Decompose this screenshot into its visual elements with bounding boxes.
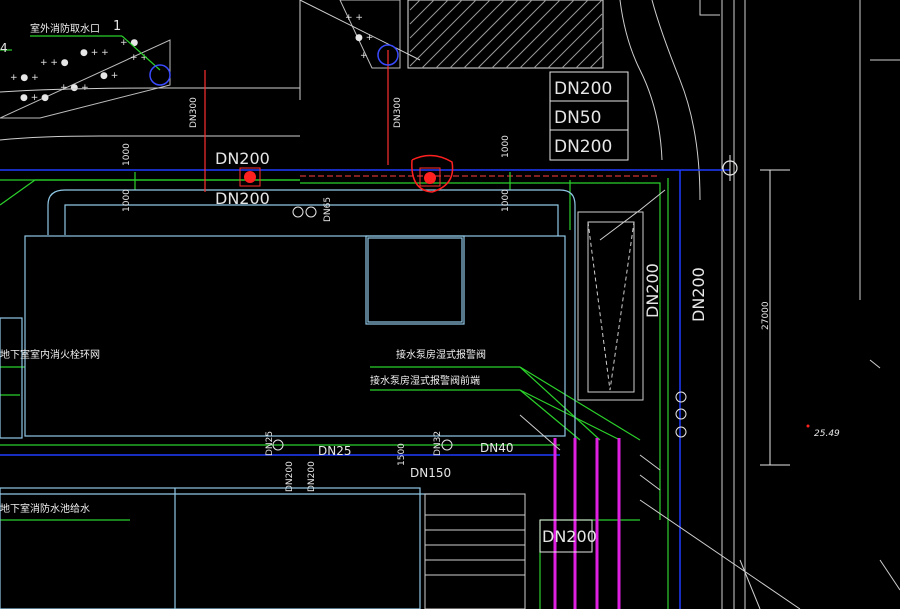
table-dn200-1: DN200 bbox=[554, 79, 612, 99]
label-dn65: DN65 bbox=[323, 197, 333, 222]
label-num-1: 1 bbox=[113, 19, 121, 34]
svg-text:+ +: + + bbox=[345, 13, 363, 23]
label-indoor-ring: 地下室室内消火栓环网 bbox=[0, 348, 100, 361]
label-dn200-top: DN200 bbox=[215, 149, 270, 168]
svg-text:● +: ● + bbox=[355, 33, 373, 43]
red-point-icon[interactable] bbox=[424, 172, 436, 184]
svg-text:● + ●: ● + ● bbox=[20, 93, 49, 103]
svg-text:+ ● +: + ● + bbox=[10, 73, 39, 83]
svg-text:+ +: + + bbox=[130, 53, 148, 63]
svg-text:+ ● +: + ● + bbox=[60, 83, 89, 93]
label-dn300-left: DN300 bbox=[189, 97, 199, 128]
label-pool-supply: 地下室消防水池给水 bbox=[0, 502, 90, 515]
dim-1000-b: 1000 bbox=[122, 189, 132, 212]
label-dn200-low-a: DN200 bbox=[285, 461, 295, 492]
dim-27000: 27000 bbox=[761, 301, 771, 330]
label-num-4: 4 bbox=[0, 41, 8, 55]
label-dn25-b: DN25 bbox=[318, 444, 352, 458]
label-alarm-valve: 接水泵房湿式报警阀 bbox=[396, 348, 486, 361]
landscape-dots: + ● ++ + ● ● + ++ ● ● + ●+ ● + ● ++ + + … bbox=[0, 0, 401, 119]
label-dn32: DN32 bbox=[433, 431, 443, 456]
label-dn200-under: DN200 bbox=[215, 189, 270, 208]
label-outdoor-hydrant: 室外消防取水口 bbox=[30, 22, 100, 35]
label-dn300-right: DN300 bbox=[393, 97, 403, 128]
dim-1000-a: 1000 bbox=[122, 143, 132, 166]
label-dn150: DN150 bbox=[410, 466, 451, 480]
svg-text:● + +: ● + + bbox=[80, 48, 109, 58]
diagonal-lines bbox=[519, 414, 900, 609]
building-outline bbox=[0, 189, 576, 609]
label-dn200-low-b: DN200 bbox=[307, 461, 317, 492]
elevation-point bbox=[806, 424, 810, 428]
red-point-icon[interactable] bbox=[244, 171, 256, 183]
dim-1000-c: 1000 bbox=[501, 135, 511, 158]
magenta-pipes[interactable] bbox=[553, 438, 621, 609]
svg-text:+ + ●: + + ● bbox=[40, 58, 69, 68]
label-dn40: DN40 bbox=[480, 441, 514, 455]
table-dn200-2: DN200 bbox=[554, 137, 612, 157]
valve-icon[interactable] bbox=[272, 206, 687, 451]
label-dn200-box-bottom: DN200 bbox=[542, 527, 597, 546]
cad-drawing-canvas[interactable]: + ● ++ + ● ● + ++ ● ● + ●+ ● + ● ++ + + … bbox=[0, 0, 900, 609]
dim-1500: 1500 bbox=[397, 443, 407, 466]
label-dn200-vert-a: DN200 bbox=[643, 263, 662, 318]
label-alarm-valve-front: 接水泵房湿式报警阀前端 bbox=[370, 374, 480, 387]
label-dn25-a: DN25 bbox=[265, 431, 275, 456]
label-dn200-vert-b: DN200 bbox=[689, 267, 708, 322]
hydrant-icon[interactable] bbox=[149, 64, 171, 86]
svg-text:● +: ● + bbox=[100, 71, 118, 81]
stairs bbox=[424, 493, 526, 609]
label-elevation: 25.49 bbox=[814, 429, 840, 439]
svg-text:+: + bbox=[360, 51, 368, 61]
dim-1000-d: 1000 bbox=[501, 189, 511, 212]
table-dn50: DN50 bbox=[554, 108, 601, 128]
hatched-area bbox=[407, 0, 604, 69]
